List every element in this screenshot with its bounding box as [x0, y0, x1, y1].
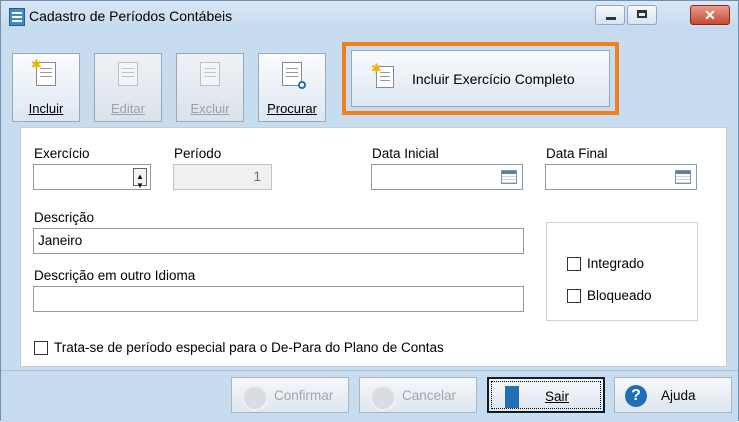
- confirmar-button[interactable]: Confirmar: [231, 377, 349, 413]
- delete-document-icon: [200, 62, 220, 86]
- calendar-icon[interactable]: [675, 170, 691, 184]
- data-final-field[interactable]: [545, 164, 697, 190]
- descricao-value: Janeiro: [38, 233, 83, 248]
- maximize-button[interactable]: [627, 5, 657, 25]
- descricao-outro-label: Descrição em outro Idioma: [34, 268, 196, 283]
- descricao-outro-field[interactable]: [33, 286, 524, 312]
- app-icon: [9, 8, 25, 26]
- data-final-label: Data Final: [546, 146, 608, 161]
- exit-door-icon: [505, 386, 519, 408]
- exercicio-field[interactable]: [33, 164, 151, 198]
- procurar-button[interactable]: Procurar: [258, 53, 326, 122]
- incluir-label: Incluir: [28, 101, 64, 116]
- ajuda-button[interactable]: ? Ajuda: [614, 377, 732, 413]
- title-bar: Cadastro de Períodos Contábeis ✕: [1, 1, 738, 31]
- search-document-icon: [282, 62, 306, 89]
- editar-label: Editar: [111, 101, 145, 116]
- calendar-icon[interactable]: [501, 170, 517, 184]
- data-inicial-label: Data Inicial: [372, 146, 439, 161]
- sair-label: Sair: [545, 389, 570, 404]
- incluir-exercicio-completo-button[interactable]: ✱ Incluir Exercício Completo: [351, 50, 610, 107]
- bloqueado-label[interactable]: Bloqueado: [587, 288, 652, 303]
- confirmar-label: Confirmar: [274, 388, 334, 403]
- status-group: [546, 222, 698, 321]
- window-title: Cadastro de Períodos Contábeis: [29, 8, 233, 24]
- bloqueado-checkbox[interactable]: [567, 289, 581, 303]
- help-icon: ?: [625, 385, 647, 407]
- integrado-label[interactable]: Integrado: [587, 256, 644, 271]
- spinner-icon[interactable]: [133, 165, 147, 198]
- x-circle-icon: [370, 385, 396, 411]
- incluir-button[interactable]: ✱ Incluir: [12, 53, 80, 122]
- periodo-value: 1: [253, 169, 261, 184]
- periodo-label: Período: [174, 146, 222, 161]
- data-inicial-field[interactable]: [371, 164, 523, 190]
- periodo-especial-label[interactable]: Trata-se de período especial para o De-P…: [54, 340, 444, 355]
- integrado-checkbox[interactable]: [567, 257, 581, 271]
- new-document-icon: ✱: [31, 57, 56, 86]
- ajuda-label: Ajuda: [661, 388, 696, 403]
- procurar-label: Procurar: [267, 101, 317, 116]
- periodo-especial-checkbox[interactable]: [34, 341, 48, 355]
- editar-button[interactable]: Editar: [94, 53, 162, 122]
- window: Cadastro de Períodos Contábeis ✕ ✱ Inclu…: [0, 0, 739, 422]
- excluir-label: Excluir: [190, 101, 230, 116]
- new-document-icon: ✱: [371, 61, 394, 88]
- close-button[interactable]: ✕: [690, 5, 730, 25]
- descricao-label: Descrição: [34, 210, 95, 225]
- minimize-icon: [606, 17, 616, 20]
- close-icon: ✕: [704, 7, 716, 23]
- cancelar-button[interactable]: Cancelar: [359, 377, 477, 413]
- sair-button[interactable]: Sair: [487, 377, 605, 413]
- descricao-field[interactable]: Janeiro: [33, 228, 524, 254]
- edit-document-icon: [118, 62, 138, 86]
- check-circle-icon: [242, 385, 268, 411]
- periodo-field: 1: [173, 164, 272, 190]
- cancelar-label: Cancelar: [402, 388, 457, 403]
- exercicio-label: Exercício: [34, 146, 90, 161]
- excluir-button[interactable]: Excluir: [176, 53, 244, 122]
- minimize-button[interactable]: [595, 5, 625, 25]
- incluir-exercicio-label: Incluir Exercício Completo: [412, 71, 575, 87]
- maximize-icon: [637, 10, 647, 18]
